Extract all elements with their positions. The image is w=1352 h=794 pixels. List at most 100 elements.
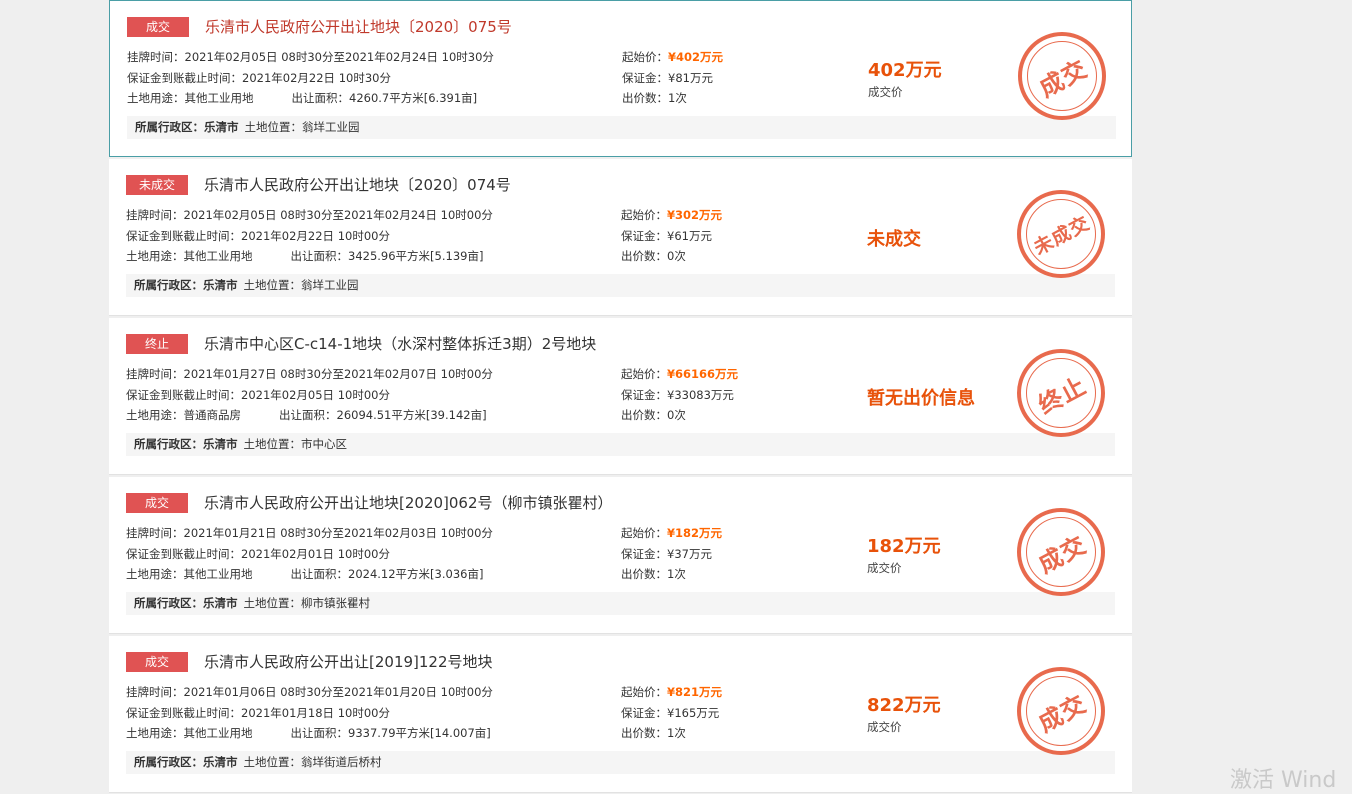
deposit-label: 保证金： <box>622 71 668 85</box>
location-value: 翁垟街道后桥村 <box>301 755 382 769</box>
region-label: 所属行政区： <box>135 120 204 134</box>
deposit-deadline-value: 2021年02月22日 10时00分 <box>241 229 390 243</box>
bid-count-value: 1次 <box>668 91 687 105</box>
listing-title-link[interactable]: 乐清市人民政府公开出让[2019]122号地块 <box>204 652 493 673</box>
listing-time-label: 挂牌时间： <box>126 685 184 699</box>
deposit-deadline-row: 保证金到账截止时间：2021年02月01日 10时00分 <box>126 546 390 562</box>
bid-count-label: 出价数： <box>621 567 667 581</box>
start-price-value: ¥66166万元 <box>667 367 739 381</box>
result-caption: 成交价 <box>867 561 902 575</box>
status-badge: 成交 <box>126 493 188 513</box>
listing-title-link[interactable]: 乐清市人民政府公开出让地块〔2020〕074号 <box>204 175 511 196</box>
deposit-deadline-value: 2021年01月18日 10时00分 <box>241 706 390 720</box>
deposit-label: 保证金： <box>621 229 667 243</box>
deposit-deadline-label: 保证金到账截止时间： <box>126 229 241 243</box>
land-listing-card[interactable]: 终止 乐清市中心区C-c14-1地块（水深村整体拆迁3期）2号地块 挂牌时间：2… <box>109 318 1132 475</box>
land-use-label: 土地用途： <box>126 726 184 740</box>
bid-count-value: 0次 <box>667 249 686 263</box>
location-value: 市中心区 <box>301 437 347 451</box>
stamp-text: 成交 <box>1033 689 1091 738</box>
area-label: 出让面积： <box>290 249 349 263</box>
bid-count-value: 0次 <box>667 408 686 422</box>
land-use-row: 土地用途：其他工业用地 出让面积：3425.96平方米[5.139亩] <box>126 248 483 264</box>
activation-watermark: 激活 Wind <box>1230 768 1337 793</box>
status-badge: 成交 <box>126 652 188 672</box>
location-label: 土地位置： <box>243 596 302 610</box>
land-use-row: 土地用途：其他工业用地 出让面积：9337.79平方米[14.007亩] <box>126 725 491 741</box>
land-listing-card[interactable]: 成交 乐清市人民政府公开出让地块〔2020〕075号 挂牌时间：2021年02月… <box>109 0 1132 157</box>
bid-count-value: 1次 <box>667 726 686 740</box>
area-label: 出让面积： <box>290 726 349 740</box>
deposit-label: 保证金： <box>621 706 667 720</box>
land-listing-card[interactable]: 未成交 乐清市人民政府公开出让地块〔2020〕074号 挂牌时间：2021年02… <box>109 159 1132 316</box>
start-price-row: 起始价：¥402万元 <box>622 49 723 65</box>
land-listing-card[interactable]: 成交 乐清市人民政府公开出让地块[2020]062号（柳市镇张瞿村） 挂牌时间：… <box>109 477 1132 634</box>
deposit-deadline-value: 2021年02月22日 10时30分 <box>242 71 391 85</box>
start-price-row: 起始价：¥302万元 <box>621 207 722 223</box>
deposit-deadline-label: 保证金到账截止时间： <box>127 71 242 85</box>
start-price-row: 起始价：¥821万元 <box>621 684 722 700</box>
result-price: 182万元 <box>867 536 941 557</box>
location-value: 翁垟工业园 <box>302 120 360 134</box>
deposit-row: 保证金：¥81万元 <box>622 70 713 86</box>
area-value: 9337.79平方米[14.007亩] <box>348 726 491 740</box>
start-price-label: 起始价： <box>621 208 667 222</box>
location-label: 土地位置： <box>243 437 302 451</box>
land-use-value: 普通商品房 <box>183 408 242 422</box>
bid-count-value: 1次 <box>667 567 686 581</box>
region-bar: 所属行政区：乐清市 土地位置：翁垟工业园 <box>127 116 1116 139</box>
listing-title-link[interactable]: 乐清市人民政府公开出让地块〔2020〕075号 <box>205 17 512 38</box>
land-use-value: 其他工业用地 <box>184 91 254 105</box>
result-price: 822万元 <box>867 695 941 716</box>
deposit-row: 保证金：¥37万元 <box>621 546 712 562</box>
stamp-text: 成交 <box>1034 54 1092 103</box>
region-label: 所属行政区： <box>134 596 203 610</box>
listing-time-value: 2021年01月21日 08时30分至2021年02月03日 10时00分 <box>183 526 493 540</box>
start-price-value: ¥302万元 <box>667 208 723 222</box>
area-label: 出让面积： <box>279 408 337 422</box>
listing-time-value: 2021年02月05日 08时30分至2021年02月24日 10时30分 <box>184 50 494 64</box>
result-price: 402万元 <box>868 60 942 81</box>
deposit-deadline-label: 保证金到账截止时间： <box>126 706 241 720</box>
deposit-value: ¥61万元 <box>667 229 712 243</box>
status-badge: 终止 <box>126 334 188 354</box>
start-price-label: 起始价： <box>622 50 668 64</box>
region-bar: 所属行政区：乐清市 土地位置：市中心区 <box>126 433 1115 456</box>
region-bar: 所属行政区：乐清市 土地位置：翁垟街道后桥村 <box>126 751 1115 774</box>
start-price-label: 起始价： <box>621 526 667 540</box>
deposit-deadline-label: 保证金到账截止时间： <box>126 547 241 561</box>
land-use-label: 土地用途： <box>126 408 184 422</box>
start-price-value: ¥821万元 <box>667 685 723 699</box>
status-badge: 成交 <box>127 17 189 37</box>
listing-time-row: 挂牌时间：2021年01月27日 08时30分至2021年02月07日 10时0… <box>126 366 493 382</box>
region-bar: 所属行政区：乐清市 土地位置：柳市镇张瞿村 <box>126 592 1115 615</box>
start-price-row: 起始价：¥182万元 <box>621 525 722 541</box>
start-price-label: 起始价： <box>621 685 667 699</box>
bid-count-label: 出价数： <box>621 408 667 422</box>
start-price-label: 起始价： <box>621 367 667 381</box>
area-value: 4260.7平方米[6.391亩] <box>349 91 478 105</box>
listing-time-value: 2021年02月05日 08时30分至2021年02月24日 10时00分 <box>183 208 493 222</box>
listing-time-value: 2021年01月06日 08时30分至2021年01月20日 10时00分 <box>183 685 493 699</box>
land-listing-card[interactable]: 成交 乐清市人民政府公开出让[2019]122号地块 挂牌时间：2021年01月… <box>109 636 1132 793</box>
bid-count-row: 出价数：1次 <box>621 725 686 741</box>
bid-count-label: 出价数： <box>622 91 668 105</box>
listing-title-link[interactable]: 乐清市人民政府公开出让地块[2020]062号（柳市镇张瞿村） <box>204 493 613 514</box>
location-value: 翁垟工业园 <box>301 278 359 292</box>
start-price-value: ¥182万元 <box>667 526 723 540</box>
deposit-label: 保证金： <box>621 388 667 402</box>
result-caption: 成交价 <box>868 85 903 99</box>
bid-count-label: 出价数： <box>621 249 667 263</box>
listing-title-link[interactable]: 乐清市中心区C-c14-1地块（水深村整体拆迁3期）2号地块 <box>204 334 596 355</box>
land-use-row: 土地用途：其他工业用地 出让面积：2024.12平方米[3.036亩] <box>126 566 483 582</box>
listing-time-row: 挂牌时间：2021年02月05日 08时30分至2021年02月24日 10时3… <box>127 49 494 65</box>
deposit-row: 保证金：¥165万元 <box>621 705 719 721</box>
bid-count-row: 出价数：1次 <box>622 90 687 106</box>
deposit-deadline-row: 保证金到账截止时间：2021年02月22日 10时30分 <box>127 70 391 86</box>
land-listing-list: 成交 乐清市人民政府公开出让地块〔2020〕075号 挂牌时间：2021年02月… <box>109 0 1132 793</box>
land-use-row: 土地用途：其他工业用地 出让面积：4260.7平方米[6.391亩] <box>127 90 477 106</box>
land-use-value: 其他工业用地 <box>183 249 253 263</box>
land-use-value: 其他工业用地 <box>183 726 253 740</box>
bid-count-row: 出价数：0次 <box>621 407 686 423</box>
bid-count-row: 出价数：0次 <box>621 248 686 264</box>
